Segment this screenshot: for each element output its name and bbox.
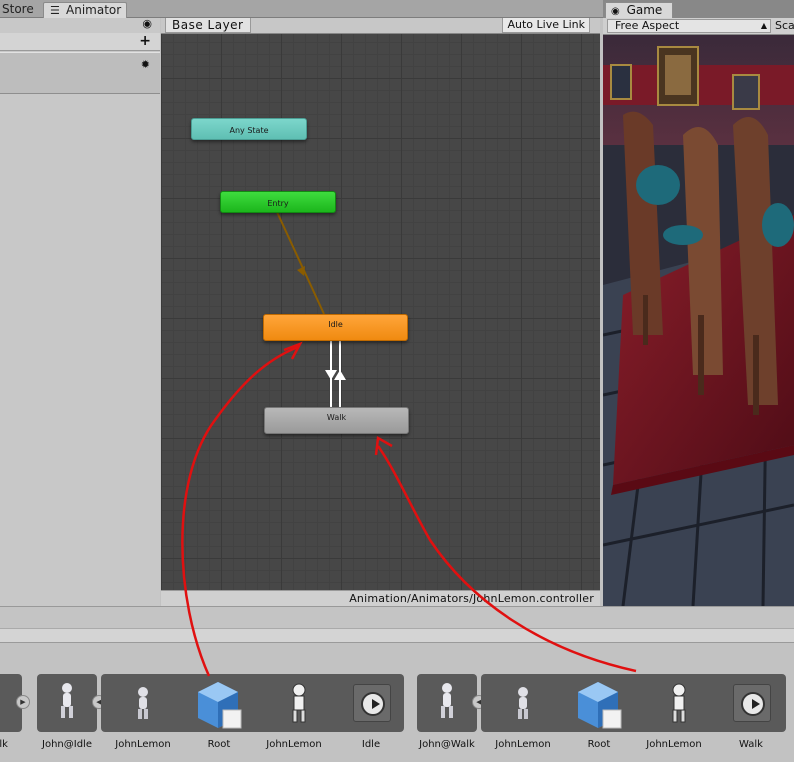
tab-game-label: Game — [626, 3, 663, 17]
transition-arrows — [276, 211, 346, 407]
avatar-icon — [672, 683, 686, 723]
asset-label: JohnLemon — [646, 739, 702, 750]
dropdown-arrow-icon: ▲ — [760, 21, 767, 30]
transition-arrowhead — [297, 266, 305, 276]
tab-store[interactable]: Store — [0, 2, 40, 18]
panel-divider[interactable] — [0, 606, 794, 628]
asset-group-idle — [101, 674, 404, 732]
asset-label: JohnLemon — [266, 739, 322, 750]
game-scene-image — [603, 35, 794, 606]
animator-icon: ☰ — [50, 4, 60, 17]
mesh-icon — [518, 687, 528, 719]
expand-arrow-icon[interactable]: ▶ — [16, 695, 30, 709]
state-any-state[interactable]: Any State — [191, 118, 307, 140]
state-idle[interactable]: Idle — [263, 314, 408, 341]
aspect-dropdown[interactable]: Free Aspect ▲ — [607, 19, 771, 33]
asset-john-walk[interactable] — [417, 674, 477, 732]
asset-label: Walk — [739, 739, 763, 750]
entry-to-idle-transition — [276, 211, 325, 315]
character-icon — [61, 683, 73, 718]
graph-footer: Animation/Animators/JohnLemon.controller — [161, 590, 600, 606]
game-panel: ◉ Game Free Aspect ▲ Sca — [603, 0, 794, 606]
asset-label: Idle — [361, 739, 381, 750]
parameters-header: + — [0, 33, 160, 51]
asset-group-walk — [481, 674, 786, 732]
gear-icon[interactable]: ✹ — [141, 58, 150, 71]
animation-clip-icon — [353, 684, 391, 722]
asset-label: John@Idle — [42, 739, 92, 750]
asset-label: John@Walk — [419, 739, 475, 750]
root-prefab-icon — [578, 682, 622, 729]
project-assets: ▶ Walk ◀ John@Idle JohnLemon Root JohnLe… — [0, 643, 794, 762]
parameters-panel: + ◉ ✹ — [0, 17, 160, 606]
project-toolbar — [0, 628, 794, 643]
controller-path: Animation/Animators/JohnLemon.controller — [349, 592, 594, 605]
animation-clip-icon — [733, 684, 771, 722]
asset-label: JohnLemon — [115, 739, 171, 750]
mesh-icon — [138, 687, 148, 719]
avatar-icon — [292, 683, 306, 723]
tab-game[interactable]: ◉ Game — [605, 2, 673, 18]
character-icon — [441, 683, 453, 718]
eye-icon[interactable]: ◉ — [142, 17, 152, 30]
game-viewport[interactable] — [603, 35, 794, 606]
layer-row[interactable]: ✹ — [0, 52, 160, 94]
scale-label[interactable]: Sca — [775, 19, 794, 32]
asset-label: Root — [587, 739, 611, 750]
state-walk[interactable]: Walk — [264, 407, 409, 434]
state-entry[interactable]: Entry — [220, 191, 336, 213]
game-icon: ◉ — [611, 6, 620, 17]
animator-graph[interactable]: Base Layer Auto Live Link Any State Entr… — [161, 18, 600, 606]
aspect-value: Free Aspect — [615, 19, 680, 32]
asset-label: Root — [207, 739, 231, 750]
tab-animator[interactable]: ☰ Animator — [43, 2, 127, 18]
asset-label: Walk — [0, 739, 8, 750]
game-toolbar: Free Aspect ▲ Sca — [603, 18, 794, 35]
tab-animator-label: Animator — [66, 3, 122, 17]
add-icon[interactable]: + — [139, 33, 151, 49]
root-prefab-icon — [198, 682, 242, 729]
asset-label: JohnLemon — [495, 739, 551, 750]
asset-john-idle[interactable] — [37, 674, 97, 732]
